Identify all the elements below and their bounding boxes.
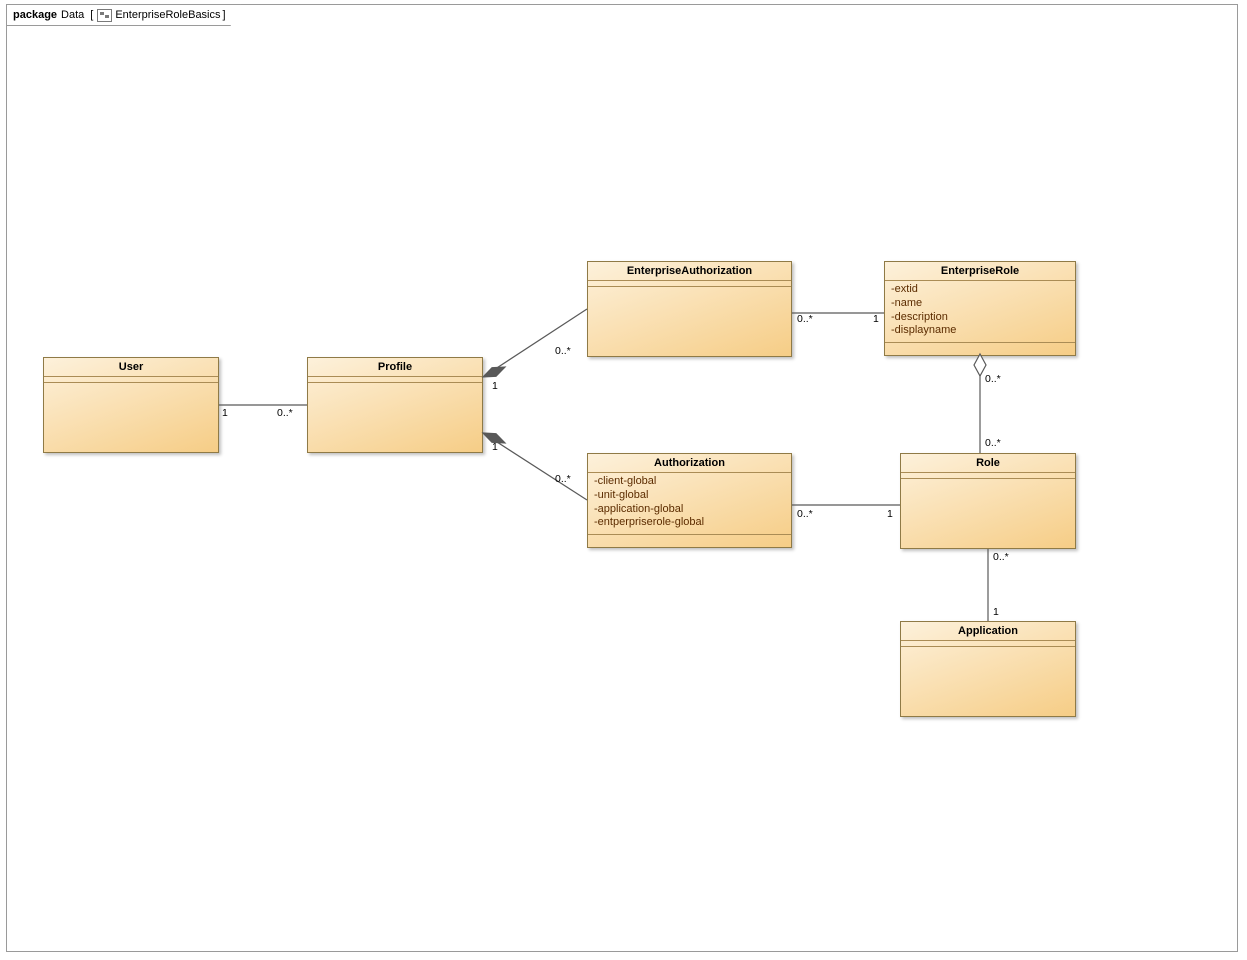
bracket-open: [ — [90, 9, 93, 21]
diagram-name: EnterpriseRoleBasics — [115, 9, 220, 21]
bracket-close: ] — [223, 9, 226, 21]
multiplicity: 0..* — [985, 437, 1001, 449]
multiplicity: 1 — [887, 508, 893, 520]
class-title: Authorization — [588, 454, 791, 473]
multiplicity: 1 — [222, 407, 228, 419]
package-name: Data — [61, 9, 84, 21]
class-application[interactable]: Application — [900, 621, 1076, 717]
class-title: EnterpriseRole — [885, 262, 1075, 281]
class-title: Role — [901, 454, 1075, 473]
attribute: -application-global — [594, 503, 785, 517]
class-diagram-icon — [97, 9, 112, 22]
multiplicity: 0..* — [555, 345, 571, 357]
multiplicity: 0..* — [555, 473, 571, 485]
class-role[interactable]: Role — [900, 453, 1076, 549]
attribute: -extid — [891, 283, 1069, 297]
attribute: -unit-global — [594, 489, 785, 503]
multiplicity: 0..* — [797, 508, 813, 520]
multiplicity: 1 — [492, 441, 498, 453]
multiplicity: 1 — [492, 380, 498, 392]
multiplicity: 1 — [873, 313, 879, 325]
package-kind: package — [13, 9, 57, 21]
class-profile[interactable]: Profile — [307, 357, 483, 453]
multiplicity: 1 — [993, 606, 999, 618]
class-title: Profile — [308, 358, 482, 377]
attribute: -description — [891, 311, 1069, 325]
attribute-list: -client-global-unit-global-application-g… — [588, 473, 791, 534]
attribute: -client-global — [594, 475, 785, 489]
class-user[interactable]: User — [43, 357, 219, 453]
class-title: EnterpriseAuthorization — [588, 262, 791, 281]
attribute: -name — [891, 297, 1069, 311]
class-enterprise-role[interactable]: EnterpriseRole -extid-name-description-d… — [884, 261, 1076, 356]
diagram-canvas: package Data [ EnterpriseRoleBasics ] Us… — [0, 0, 1247, 960]
class-title: Application — [901, 622, 1075, 641]
class-authorization[interactable]: Authorization -client-global-unit-global… — [587, 453, 792, 548]
attribute-list: -extid-name-description-displayname — [885, 281, 1075, 342]
attribute: -displayname — [891, 324, 1069, 338]
multiplicity: 0..* — [797, 313, 813, 325]
attribute: -entperpriserole-global — [594, 516, 785, 530]
multiplicity: 0..* — [985, 373, 1001, 385]
multiplicity: 0..* — [277, 407, 293, 419]
package-frame: package Data [ EnterpriseRoleBasics ] Us… — [6, 4, 1238, 952]
class-title: User — [44, 358, 218, 377]
class-enterprise-authorization[interactable]: EnterpriseAuthorization — [587, 261, 792, 357]
package-title-tab: package Data [ EnterpriseRoleBasics ] — [7, 4, 241, 26]
multiplicity: 0..* — [993, 551, 1009, 563]
